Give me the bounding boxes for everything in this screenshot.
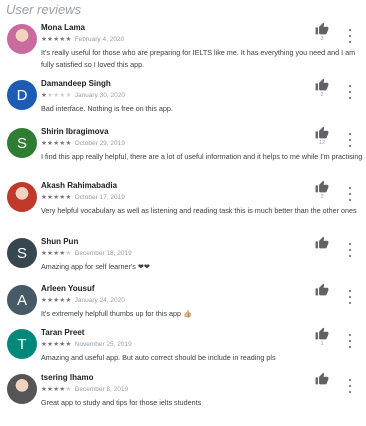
more-vert-icon[interactable]: [345, 243, 355, 257]
more-vert-icon[interactable]: [345, 379, 355, 393]
review-date: November 25, 2019: [74, 341, 132, 348]
review-date: December 18, 2019: [74, 250, 132, 257]
review-item: tsering lhamo ★★★★★ December 8, 2019 Grea…: [0, 372, 366, 426]
avatar-letter: S: [16, 244, 27, 262]
review-date: October 17, 2019: [74, 194, 125, 201]
thumbs-up-icon[interactable]: [315, 22, 329, 35]
helpful-count: 3: [320, 36, 324, 42]
star-rating: ★★★★★: [41, 386, 72, 393]
more-vert-icon[interactable]: [345, 29, 355, 43]
review-text: Bad interface. Nothing is free on this a…: [41, 104, 173, 113]
avatar-letter: A: [16, 291, 27, 309]
avatar[interactable]: A: [7, 285, 37, 315]
review-item: S Shun Pun ★★★★★ December 18, 2019 Amazin…: [0, 236, 366, 290]
review-text: It's really useful for those who are pre…: [41, 48, 356, 69]
review-text: Amazing app for self learner's ❤❤: [41, 262, 150, 271]
helpful-count: 1: [320, 341, 324, 347]
review-meta: ★★★★★ February 4, 2020: [41, 35, 124, 43]
review-meta: ★★★★★ December 8, 2019: [41, 385, 128, 393]
thumbs-up-icon[interactable]: [315, 180, 329, 193]
review-meta: ★★★★★ October 29, 2019: [41, 139, 125, 147]
review-date: October 29, 2019: [74, 140, 125, 147]
review-meta: ★★★★★ November 25, 2019: [41, 340, 132, 348]
avatar[interactable]: T: [7, 329, 37, 359]
avatar[interactable]: D: [7, 80, 37, 110]
thumbs-up-icon[interactable]: [315, 78, 329, 91]
star-rating: ★★★★★: [41, 140, 72, 147]
star-rating: ★★★★★: [41, 92, 72, 99]
reviewer-name: Arleen Yousuf: [41, 284, 95, 293]
star-rating: ★★★★★: [41, 194, 72, 201]
avatar[interactable]: [7, 24, 37, 54]
review-item: S Shirin Ibragimova ★★★★★ October 29, 201…: [0, 126, 366, 180]
review-date: January 24, 2020: [74, 297, 125, 304]
reviewer-name: tsering lhamo: [41, 373, 94, 382]
review-meta: ★★★★★ January 24, 2020: [41, 296, 125, 304]
review-date: February 4, 2020: [74, 36, 125, 43]
thumbs-up-icon[interactable]: [315, 327, 329, 340]
reviewer-name: Mona Lama: [41, 23, 86, 32]
avatar-letter: S: [16, 134, 27, 152]
more-vert-icon[interactable]: [345, 85, 355, 99]
reviewer-name: Taran Preet: [41, 328, 85, 337]
star-rating: ★★★★★: [41, 341, 72, 348]
review-text: Very helpful vocabulary as well as liste…: [41, 206, 357, 215]
more-vert-icon[interactable]: [345, 290, 355, 304]
thumbs-up-icon[interactable]: [315, 126, 329, 139]
avatar[interactable]: [7, 374, 37, 404]
reviewer-name: Shirin Ibragimova: [41, 127, 109, 136]
review-item: D Damandeep Singh ★★★★★ January 30, 2020 …: [0, 78, 366, 132]
more-vert-icon[interactable]: [345, 133, 355, 147]
avatar-letter: D: [16, 86, 28, 104]
review-item: Akash Rahimabadia ★★★★★ October 17, 2019 …: [0, 180, 366, 234]
reviewer-name: Akash Rahimabadia: [41, 181, 118, 190]
avatar-letter: T: [17, 335, 27, 353]
avatar[interactable]: S: [7, 128, 37, 158]
star-rating: ★★★★★: [41, 250, 72, 257]
reviewer-name: Damandeep Singh: [41, 79, 111, 88]
helpful-count: 2: [320, 92, 324, 98]
review-date: December 8, 2019: [74, 386, 129, 393]
section-title: User reviews: [6, 2, 82, 17]
review-meta: ★★★★★ October 17, 2019: [41, 193, 125, 201]
review-item: Mona Lama ★★★★★ February 4, 2020 It's rea…: [0, 22, 366, 76]
helpful-count: 2: [320, 194, 324, 200]
review-text: Amazing and useful app. But auto correct…: [41, 353, 276, 362]
avatar[interactable]: S: [7, 238, 37, 268]
star-rating: ★★★★★: [41, 36, 72, 43]
review-meta: ★★★★★ December 18, 2019: [41, 249, 132, 257]
helpful-count: 12: [318, 140, 326, 146]
thumbs-up-icon[interactable]: [315, 372, 329, 385]
review-text: Great app to study and tips for those ie…: [41, 398, 202, 407]
review-date: January 30, 2020: [74, 92, 125, 99]
thumbs-up-icon[interactable]: [315, 236, 329, 249]
review-text: I find this app really helpful, there ar…: [41, 152, 363, 161]
thumbs-up-icon[interactable]: [315, 283, 329, 296]
more-vert-icon[interactable]: [345, 334, 355, 348]
review-text: It's extremely helpfull thumbs up for th…: [41, 309, 192, 318]
review-meta: ★★★★★ January 30, 2020: [41, 91, 125, 99]
reviewer-name: Shun Pun: [41, 237, 79, 246]
more-vert-icon[interactable]: [345, 187, 355, 201]
avatar[interactable]: [7, 182, 37, 212]
star-rating: ★★★★★: [41, 297, 72, 304]
